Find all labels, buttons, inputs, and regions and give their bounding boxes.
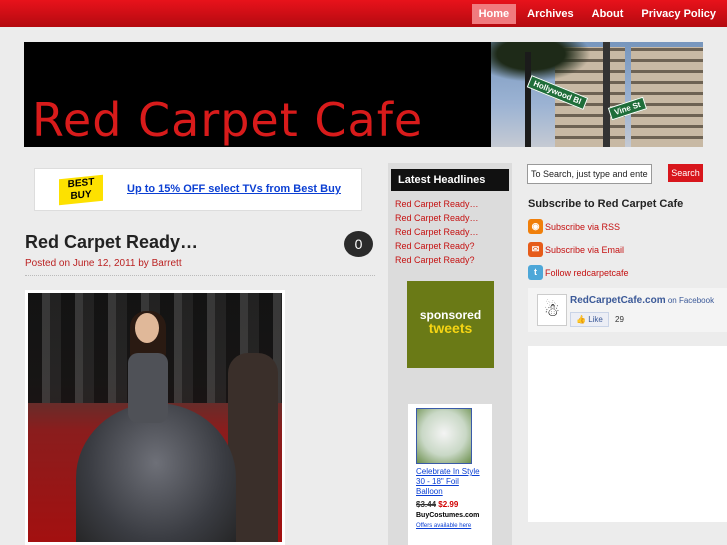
hollywood-vine-photo: Hollywood Bl Vine St	[491, 42, 703, 147]
facebook-like-label: Like	[588, 315, 603, 324]
subscribe-title: Subscribe to Red Carpet Cafe	[528, 198, 684, 210]
post-meta-by: by	[135, 258, 152, 269]
facebook-like-count: 29	[615, 315, 624, 324]
main-nav: Home Archives About Privacy Policy	[471, 4, 727, 24]
post-divider	[25, 275, 375, 276]
nav-home[interactable]: Home	[471, 4, 517, 24]
old-price: $3.44	[416, 500, 437, 509]
nav-privacy-policy[interactable]: Privacy Policy	[634, 4, 723, 24]
post-title[interactable]: Red Carpet Ready…	[25, 232, 198, 253]
facebook-like-button[interactable]: 👍 Like	[570, 312, 609, 327]
new-price: $2.99	[438, 500, 459, 509]
offers-link[interactable]: Offers available here	[416, 521, 484, 531]
product-link[interactable]: Celebrate In Style 30 - 18" Foil Balloon	[416, 467, 484, 497]
subscribe-rss[interactable]: ◉ Subscribe via RSS	[528, 219, 620, 234]
subscribe-email[interactable]: ✉ Subscribe via Email	[528, 242, 624, 257]
best-buy-ad[interactable]: BEST BUY Up to 15% OFF select TVs from B…	[34, 168, 362, 211]
search-input[interactable]	[527, 164, 652, 184]
headline-item[interactable]: Red Carpet Ready?	[395, 239, 512, 253]
site-title[interactable]: Red Carpet Cafe	[32, 96, 423, 144]
headline-item[interactable]: Red Carpet Ready…	[395, 225, 512, 239]
balloon-product-ad[interactable]: Celebrate In Style 30 - 18" Foil Balloon…	[408, 404, 492, 545]
headline-item[interactable]: Red Carpet Ready…	[395, 211, 512, 225]
site-banner[interactable]: Red Carpet Cafe Hollywood Bl Vine St	[24, 42, 703, 147]
facebook-page-avatar[interactable]: ☃	[537, 294, 567, 326]
headline-item[interactable]: Red Carpet Ready…	[395, 197, 512, 211]
post-image[interactable]	[25, 290, 285, 545]
store-name: BuyCostumes.com	[416, 512, 480, 519]
top-nav-bar: Home Archives About Privacy Policy	[0, 0, 727, 27]
facebook-like-box: ☃ RedCarpetCafe.com on Facebook 👍 Like 2…	[528, 288, 727, 332]
head-shape	[135, 313, 159, 343]
latest-headlines-panel: Latest Headlines Red Carpet Ready… Red C…	[388, 163, 512, 545]
subscribe-email-label[interactable]: Subscribe via Email	[545, 245, 624, 255]
facebook-page-name[interactable]: RedCarpetCafe.com on Facebook	[570, 295, 714, 306]
post-author[interactable]: Barrett	[152, 258, 182, 269]
red-carpet-photo	[28, 293, 282, 542]
nav-about[interactable]: About	[585, 4, 631, 24]
post-date[interactable]: June 12, 2011	[73, 258, 136, 269]
gown-shape	[76, 403, 236, 542]
palm-trunk	[525, 52, 531, 147]
product-price: $3.44 $2.99	[416, 499, 484, 511]
search-button[interactable]: Search	[668, 164, 703, 182]
subscribe-rss-label[interactable]: Subscribe via RSS	[545, 222, 620, 232]
balloon-product-image[interactable]	[416, 408, 472, 464]
post-meta-prefix: Posted on	[25, 258, 73, 269]
headline-item[interactable]: Red Carpet Ready?	[395, 253, 512, 267]
palm-tree-icon	[491, 42, 591, 82]
tweets-label: tweets	[428, 320, 473, 336]
email-icon: ✉	[528, 242, 543, 257]
follow-twitter[interactable]: t Follow redcarpetcafe	[528, 265, 629, 280]
rss-icon: ◉	[528, 219, 543, 234]
nav-archives[interactable]: Archives	[520, 4, 580, 24]
facebook-widget-area	[528, 346, 727, 522]
post-meta: Posted on June 12, 2011 by Barrett	[25, 258, 182, 269]
best-buy-logo[interactable]: BEST BUY	[59, 174, 103, 206]
twitter-icon: t	[528, 265, 543, 280]
latest-headlines-title: Latest Headlines	[391, 169, 509, 191]
sponsored-tweets-badge[interactable]: sponsored tweets	[407, 281, 494, 368]
bodice-shape	[128, 353, 168, 423]
best-buy-ad-link[interactable]: Up to 15% OFF select TVs from Best Buy	[127, 183, 341, 195]
comment-count-bubble[interactable]: 0	[344, 231, 373, 257]
follow-twitter-label[interactable]: Follow redcarpetcafe	[545, 268, 629, 278]
facebook-suffix: on Facebook	[665, 296, 715, 305]
headlines-list: Red Carpet Ready… Red Carpet Ready… Red …	[395, 197, 512, 267]
sign-pole	[603, 42, 610, 147]
facebook-page-name-text[interactable]: RedCarpetCafe.com	[570, 295, 666, 306]
